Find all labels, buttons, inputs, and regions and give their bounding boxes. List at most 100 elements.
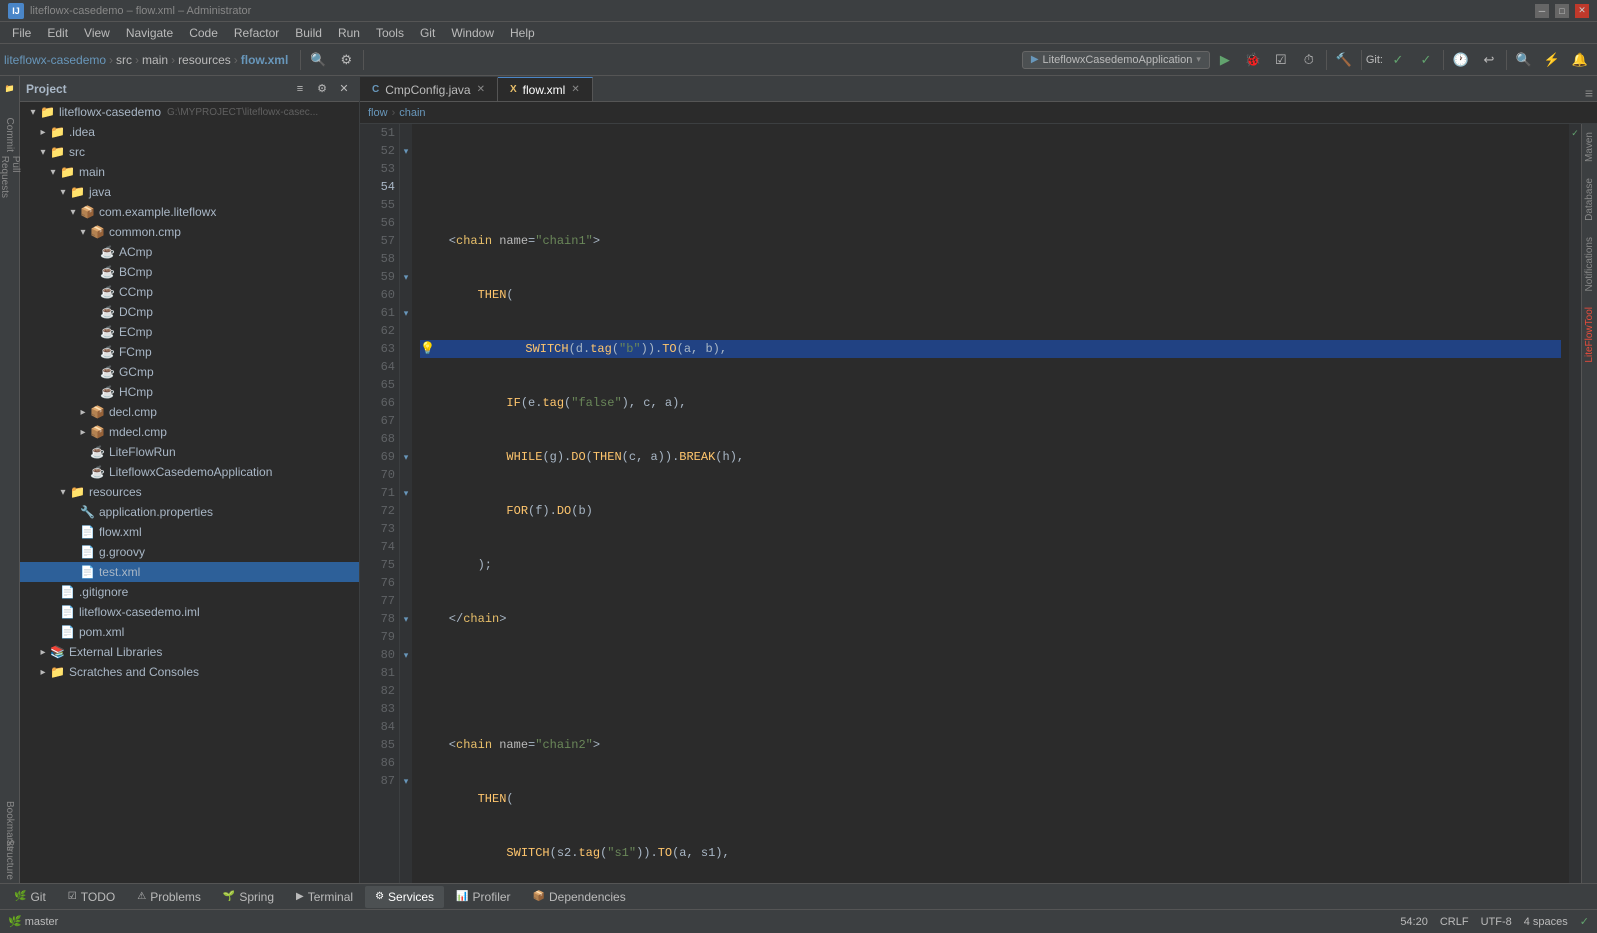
tab-git[interactable]: 🌿 Git bbox=[4, 886, 56, 908]
debug-button[interactable]: 🐞 bbox=[1240, 47, 1266, 73]
tree-ccmp[interactable]: ☕ CCmp bbox=[20, 282, 359, 302]
status-position[interactable]: 54:20 bbox=[1400, 916, 1428, 928]
tab-dependencies[interactable]: 📦 Dependencies bbox=[523, 886, 636, 908]
menu-tools[interactable]: Tools bbox=[368, 24, 412, 42]
breadcrumb-chain[interactable]: chain bbox=[399, 107, 425, 119]
project-hide-btn[interactable]: ✕ bbox=[335, 80, 353, 98]
tab-todo[interactable]: ☑ TODO bbox=[58, 886, 125, 908]
profile-button[interactable]: ⏱ bbox=[1296, 47, 1322, 73]
menu-view[interactable]: View bbox=[76, 24, 118, 42]
git-history-btn[interactable]: 🕐 bbox=[1448, 47, 1474, 73]
git-push-btn[interactable]: ✓ bbox=[1413, 47, 1439, 73]
tab-problems[interactable]: ⚠ Problems bbox=[127, 886, 211, 908]
tree-iml[interactable]: 📄 liteflowx-casedemo.iml bbox=[20, 602, 359, 622]
menu-navigate[interactable]: Navigate bbox=[118, 24, 181, 42]
tree-gitignore[interactable]: 📄 .gitignore bbox=[20, 582, 359, 602]
bc-resources[interactable]: resources bbox=[178, 53, 231, 67]
menu-refactor[interactable]: Refactor bbox=[226, 24, 287, 42]
toolbar-settings-btn[interactable]: ⚙ bbox=[333, 47, 359, 73]
tree-test-xml[interactable]: 📄 test.xml bbox=[20, 562, 359, 582]
tree-java[interactable]: 📁 java bbox=[20, 182, 359, 202]
left-icon-project[interactable]: 📁 bbox=[2, 80, 18, 96]
fold-61[interactable]: ▾ bbox=[400, 304, 412, 322]
tab-spring[interactable]: 🌱 Spring bbox=[213, 886, 284, 908]
coverage-button[interactable]: ☑ bbox=[1268, 47, 1294, 73]
status-git[interactable]: 🌿 master bbox=[8, 915, 58, 928]
left-icon-commit[interactable]: Commit bbox=[2, 120, 18, 150]
tree-ext-libs[interactable]: 📚 External Libraries bbox=[20, 642, 359, 662]
build-button[interactable]: 🔨 bbox=[1331, 47, 1357, 73]
tree-resources[interactable]: 📁 resources bbox=[20, 482, 359, 502]
menu-build[interactable]: Build bbox=[287, 24, 330, 42]
menu-edit[interactable]: Edit bbox=[39, 24, 76, 42]
tab-services[interactable]: ⚙ Services bbox=[365, 886, 444, 908]
tree-gcmp[interactable]: ☕ GCmp bbox=[20, 362, 359, 382]
tab-flowxml[interactable]: X flow.xml ✕ bbox=[498, 77, 593, 101]
bc-project[interactable]: liteflowx-casedemo bbox=[4, 53, 106, 67]
run-config-selector[interactable]: ▶ LiteflowxCasedemoApplication ▾ bbox=[1022, 51, 1210, 69]
tree-hcmp[interactable]: ☕ HCmp bbox=[20, 382, 359, 402]
tree-groovy[interactable]: 📄 g.groovy bbox=[20, 542, 359, 562]
tab-terminal[interactable]: ▶ Terminal bbox=[286, 886, 363, 908]
tree-liteflowrun[interactable]: ☕ LiteFlowRun bbox=[20, 442, 359, 462]
menu-window[interactable]: Window bbox=[443, 24, 502, 42]
tree-com-example[interactable]: 📦 com.example.liteflowx bbox=[20, 202, 359, 222]
search-everywhere-btn[interactable]: 🔍 bbox=[1511, 47, 1537, 73]
database-tab[interactable]: Database bbox=[1582, 170, 1597, 229]
left-icon-structure[interactable]: Structure bbox=[2, 845, 18, 875]
menu-code[interactable]: Code bbox=[181, 24, 226, 42]
editor-content[interactable]: 51 52 53 54 55 56 57 58 59 60 61 62 63 6… bbox=[360, 124, 1597, 883]
tree-acmp[interactable]: ☕ ACmp bbox=[20, 242, 359, 262]
notifications-btn[interactable]: 🔔 bbox=[1567, 47, 1593, 73]
close-button[interactable]: ✕ bbox=[1575, 4, 1589, 18]
menu-file[interactable]: File bbox=[4, 24, 39, 42]
notifications-tab[interactable]: Notifications bbox=[1582, 229, 1597, 299]
tree-decl-cmp[interactable]: 📦 decl.cmp bbox=[20, 402, 359, 422]
tree-idea[interactable]: 📁 .idea bbox=[20, 122, 359, 142]
liteflow-tool-tab[interactable]: LiteFlowTool bbox=[1582, 299, 1597, 371]
run-anything-btn[interactable]: ⚡ bbox=[1539, 47, 1565, 73]
tree-src[interactable]: 📁 src bbox=[20, 142, 359, 162]
fold-59[interactable]: ▾ bbox=[400, 268, 412, 286]
tree-main[interactable]: 📁 main bbox=[20, 162, 359, 182]
breadcrumb-flow[interactable]: flow bbox=[368, 107, 388, 119]
fold-78[interactable]: ▾ bbox=[400, 610, 412, 628]
menu-run[interactable]: Run bbox=[330, 24, 368, 42]
tab-recent-btn[interactable]: ≡ bbox=[1585, 85, 1593, 101]
bc-file[interactable]: flow.xml bbox=[241, 53, 289, 67]
tab-close-cmpconfig[interactable]: ✕ bbox=[477, 84, 485, 95]
run-button[interactable]: ▶ bbox=[1212, 47, 1238, 73]
tab-profiler[interactable]: 📊 Profiler bbox=[446, 886, 520, 908]
menu-git[interactable]: Git bbox=[412, 24, 443, 42]
minimize-button[interactable]: ─ bbox=[1535, 4, 1549, 18]
tree-flow-xml[interactable]: 📄 flow.xml bbox=[20, 522, 359, 542]
fold-52[interactable]: ▾ bbox=[400, 142, 412, 160]
tab-close-flow[interactable]: ✕ bbox=[571, 84, 579, 95]
menu-help[interactable]: Help bbox=[502, 24, 543, 42]
project-settings-btn[interactable]: ⚙ bbox=[313, 80, 331, 98]
toolbar-search-btn[interactable]: 🔍 bbox=[305, 47, 331, 73]
tree-bcmp[interactable]: ☕ BCmp bbox=[20, 262, 359, 282]
tree-root[interactable]: 📁 liteflowx-casedemo G:\MYPROJECT\litefl… bbox=[20, 102, 359, 122]
bc-main[interactable]: main bbox=[142, 53, 168, 67]
tree-app[interactable]: ☕ LiteflowxCasedemoApplication bbox=[20, 462, 359, 482]
tab-cmpconfig[interactable]: C CmpConfig.java ✕ bbox=[360, 77, 498, 101]
tree-pom[interactable]: 📄 pom.xml bbox=[20, 622, 359, 642]
fold-69[interactable]: ▾ bbox=[400, 448, 412, 466]
tree-app-props[interactable]: 🔧 application.properties bbox=[20, 502, 359, 522]
left-icon-bookmarks[interactable]: Bookmarks bbox=[2, 811, 18, 841]
left-icon-pullreq[interactable]: Pull Requests bbox=[2, 162, 18, 192]
tree-scratches[interactable]: 📁 Scratches and Consoles bbox=[20, 662, 359, 682]
tree-mdecl-cmp[interactable]: 📦 mdecl.cmp bbox=[20, 422, 359, 442]
status-indent[interactable]: 4 spaces bbox=[1524, 916, 1568, 928]
project-collapse-btn[interactable]: ≡ bbox=[291, 80, 309, 98]
maven-tab[interactable]: Maven bbox=[1582, 124, 1597, 170]
bc-src[interactable]: src bbox=[116, 53, 132, 67]
fold-87[interactable]: ▾ bbox=[400, 772, 412, 790]
fold-80[interactable]: ▾ bbox=[400, 646, 412, 664]
code-area[interactable]: <chain name="chain1"> THEN( 💡 SWITCH(d.t… bbox=[412, 124, 1569, 883]
tree-common-cmp[interactable]: 📦 common.cmp bbox=[20, 222, 359, 242]
status-line-sep[interactable]: CRLF bbox=[1440, 916, 1469, 928]
status-encoding[interactable]: UTF-8 bbox=[1481, 916, 1512, 928]
tree-dcmp[interactable]: ☕ DCmp bbox=[20, 302, 359, 322]
